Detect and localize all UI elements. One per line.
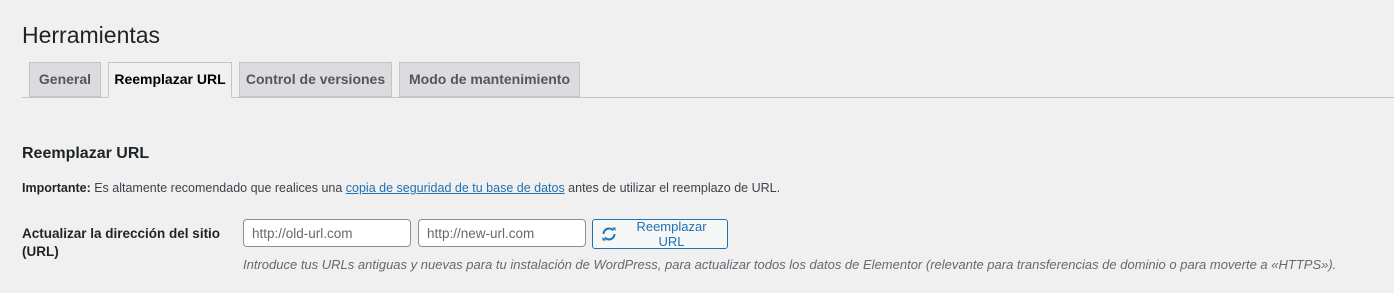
replace-url-button[interactable]: Reemplazar URL [592,219,728,249]
page-title: Herramientas [22,22,161,48]
backup-link[interactable]: copia de seguridad de tu base de datos [346,181,565,195]
notice-text-before: Es altamente recomendado que realices un… [90,181,346,195]
tab-control-de-versiones[interactable]: Control de versiones [239,62,392,97]
tools-page: Herramientas General Reemplazar URL Cont… [0,0,1394,293]
section-title: Reemplazar URL [22,145,150,162]
replace-url-button-label: Reemplazar URL [636,219,707,249]
important-notice: Importante: Es altamente recomendado que… [22,180,780,196]
update-site-url-label: Actualizar la dirección del sitio (URL) [22,226,221,259]
old-url-input[interactable] [243,219,411,247]
tab-bar: General Reemplazar URL Control de versio… [22,62,1394,98]
notice-text-after: antes de utilizar el reemplazo de URL. [564,181,781,195]
tab-reemplazar-url[interactable]: Reemplazar URL [108,62,232,98]
field-description: Introduce tus URLs antiguas y nuevas par… [243,257,1337,272]
notice-strong: Importante: [22,181,91,195]
tab-general[interactable]: General [29,62,101,97]
tab-modo-de-mantenimiento[interactable]: Modo de mantenimiento [399,62,580,97]
refresh-icon [601,226,617,242]
new-url-input[interactable] [418,219,586,247]
